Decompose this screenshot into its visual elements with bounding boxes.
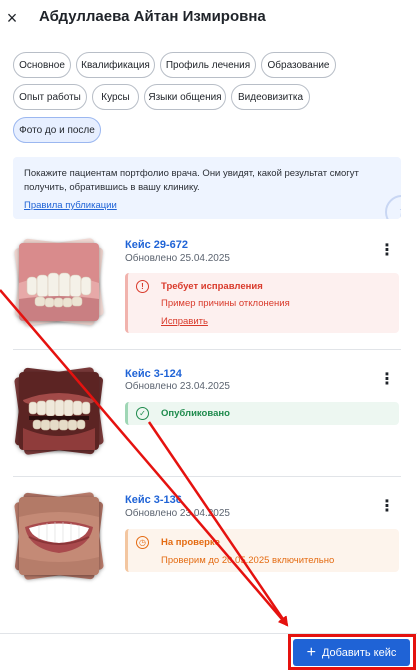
more-options-icon[interactable]: ⋮ (379, 242, 395, 260)
header: × Абдуллаева Айтан Измировна (0, 0, 417, 38)
status-title: На проверке (161, 537, 220, 548)
smile-photo (19, 497, 99, 575)
teeth-photo (19, 372, 99, 450)
rejection-reason: Пример причины отклонения (161, 298, 290, 309)
status-block-published: ✓ Опубликовано (125, 402, 399, 425)
status-title: Требует исправления (161, 281, 263, 292)
fix-link[interactable]: Исправить (161, 316, 208, 327)
case-thumbnail[interactable] (13, 491, 105, 581)
teeth-photo (19, 243, 99, 321)
case-thumbnail[interactable] (13, 366, 105, 456)
case-title[interactable]: Кейс 29-672 (125, 239, 188, 251)
more-options-icon[interactable]: ⋮ (379, 371, 395, 389)
status-title: Опубликовано (161, 408, 230, 419)
add-case-button[interactable]: + Добавить кейс (293, 639, 410, 666)
status-block-under-review: ◷ На проверке Проверим до 20.05.2025 вкл… (125, 529, 399, 572)
annotation-arrow (147, 421, 289, 627)
info-icon: i (385, 195, 401, 219)
info-text: Покажите пациентам портфолио врача. Они … (24, 168, 359, 193)
tab-before-after-photos[interactable]: Фото до и после (13, 117, 101, 143)
tab-languages[interactable]: Языки общения (144, 84, 226, 110)
tab-treatment-profile[interactable]: Профиль лечения (160, 52, 256, 78)
case-thumbnail[interactable] (13, 237, 105, 327)
case-updated-date: Обновлено 23.04.2025 (125, 381, 230, 392)
close-icon[interactable]: × (3, 7, 21, 29)
teeth-image (19, 243, 99, 321)
clock-icon: ◷ (136, 536, 149, 549)
info-banner: Покажите пациентам портфолио врача. Они … (13, 157, 401, 219)
case-title[interactable]: Кейс 3-124 (125, 368, 182, 380)
case-updated-date: Обновлено 25.04.2025 (125, 253, 230, 264)
more-options-icon[interactable]: ⋮ (379, 498, 395, 516)
check-circle-icon: ✓ (136, 407, 149, 420)
status-block-needs-fix: ! Требует исправления Пример причины отк… (125, 273, 399, 333)
case-title[interactable]: Кейс 3-136 (125, 494, 182, 506)
tab-video-card[interactable]: Видеовизитка (231, 84, 310, 110)
add-case-label: Добавить кейс (321, 646, 397, 659)
teeth-image (19, 372, 99, 450)
smile-image (19, 497, 99, 575)
divider (13, 349, 401, 350)
publication-rules-link[interactable]: Правила публикации (24, 200, 117, 211)
tab-courses[interactable]: Курсы (92, 84, 139, 110)
tab-experience[interactable]: Опыт работы (13, 84, 87, 110)
divider (13, 476, 401, 477)
alert-icon: ! (136, 280, 149, 293)
plus-icon: + (306, 643, 316, 661)
tab-education[interactable]: Образование (261, 52, 336, 78)
tab-qualification[interactable]: Квалификация (76, 52, 155, 78)
review-deadline: Проверим до 20.05.2025 включительно (161, 555, 335, 566)
tab-main[interactable]: Основное (13, 52, 71, 78)
case-updated-date: Обновлено 23.04.2025 (125, 508, 230, 519)
page-title: Абдуллаева Айтан Измировна (39, 8, 266, 25)
